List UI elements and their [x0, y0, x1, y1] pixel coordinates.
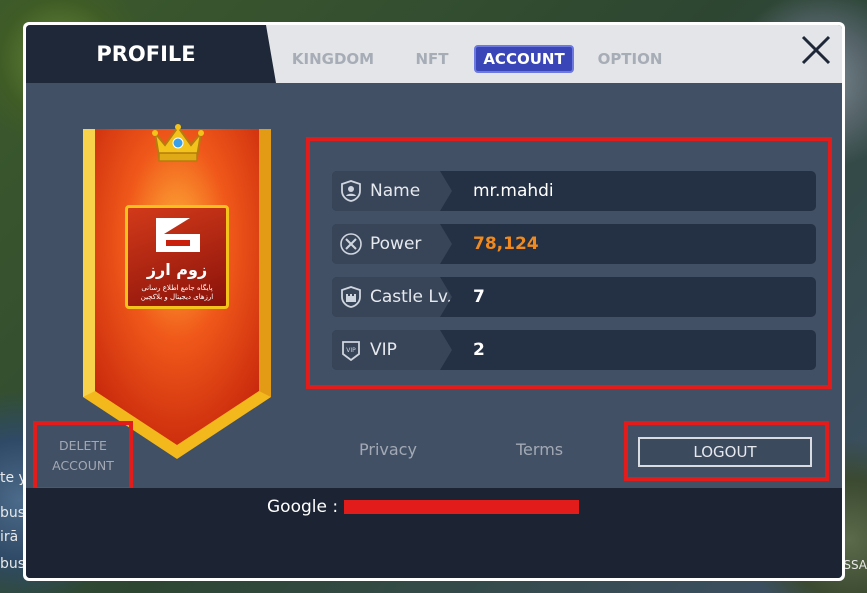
delete-label-line1: DELETE — [59, 438, 107, 453]
info-label-text: VIP — [370, 340, 397, 360]
tab-nft[interactable]: NFT — [392, 45, 472, 73]
info-label: VIP VIP — [332, 330, 452, 370]
vip-value: 2 — [473, 340, 485, 360]
google-account-line: Google : — [267, 497, 580, 517]
castle-icon — [340, 286, 362, 308]
crossed-swords-icon — [340, 233, 362, 255]
crown-icon — [152, 124, 204, 162]
logo-title: زوم ارز — [146, 260, 208, 279]
logout-button[interactable]: LOGOUT — [638, 437, 812, 467]
delete-account-button[interactable]: DELETE ACCOUNT — [33, 421, 133, 491]
player-name-value: mr.mahdi — [473, 181, 554, 201]
info-label-text: Castle Lv. — [370, 287, 453, 307]
info-row-power: Power 78,124 — [332, 224, 816, 264]
info-label: Castle Lv. — [332, 277, 452, 317]
tab-account[interactable]: ACCOUNT — [474, 45, 574, 73]
info-label: Power — [332, 224, 452, 264]
castle-level-value: 7 — [473, 287, 485, 307]
redacted-account-id — [344, 500, 580, 514]
info-row-vip: VIP VIP 2 — [332, 330, 816, 370]
tab-option[interactable]: OPTION — [586, 45, 674, 73]
kingdom-logo: زوم ارز پایگاه جامع اطلاع رسانی ارزهای د… — [125, 205, 229, 309]
logo-subtitle: پایگاه جامع اطلاع رسانی ارزهای دیجیتال و… — [140, 284, 214, 301]
info-label: Name — [332, 171, 452, 211]
profile-title: PROFILE — [26, 25, 276, 83]
info-label-text: Power — [370, 234, 422, 254]
google-label: Google : — [267, 497, 339, 517]
person-shield-icon — [340, 180, 362, 202]
tab-bar: PROFILE KINGDOM NFT ACCOUNT OPTION — [26, 25, 842, 83]
info-label-text: Name — [370, 181, 421, 201]
background-text: bus — [0, 505, 26, 521]
kingdom-banner: زوم ارز پایگاه جامع اطلاع رسانی ارزهای د… — [81, 124, 273, 461]
logo-mark-icon — [156, 218, 200, 252]
terms-link[interactable]: Terms — [516, 440, 563, 459]
privacy-link[interactable]: Privacy — [359, 440, 417, 459]
tab-kingdom[interactable]: KINGDOM — [288, 45, 378, 73]
power-value: 78,124 — [473, 234, 539, 254]
vip-badge-icon: VIP — [340, 339, 362, 361]
profile-info-panel: Name mr.mahdi Power 78,124 Castle Lv. 7 … — [306, 137, 832, 389]
background-text: bus — [0, 556, 26, 572]
logout-highlight: LOGOUT — [624, 421, 829, 481]
background-text: irā — [0, 529, 19, 545]
close-button[interactable] — [798, 33, 834, 69]
svg-text:VIP: VIP — [346, 347, 356, 354]
dialog-body: PROFILE KINGDOM NFT ACCOUNT OPTION زوم ا… — [26, 25, 842, 578]
delete-label-line2: ACCOUNT — [52, 458, 114, 473]
info-row-castle: Castle Lv. 7 — [332, 277, 816, 317]
close-icon — [801, 35, 831, 65]
info-row-name: Name mr.mahdi — [332, 171, 816, 211]
